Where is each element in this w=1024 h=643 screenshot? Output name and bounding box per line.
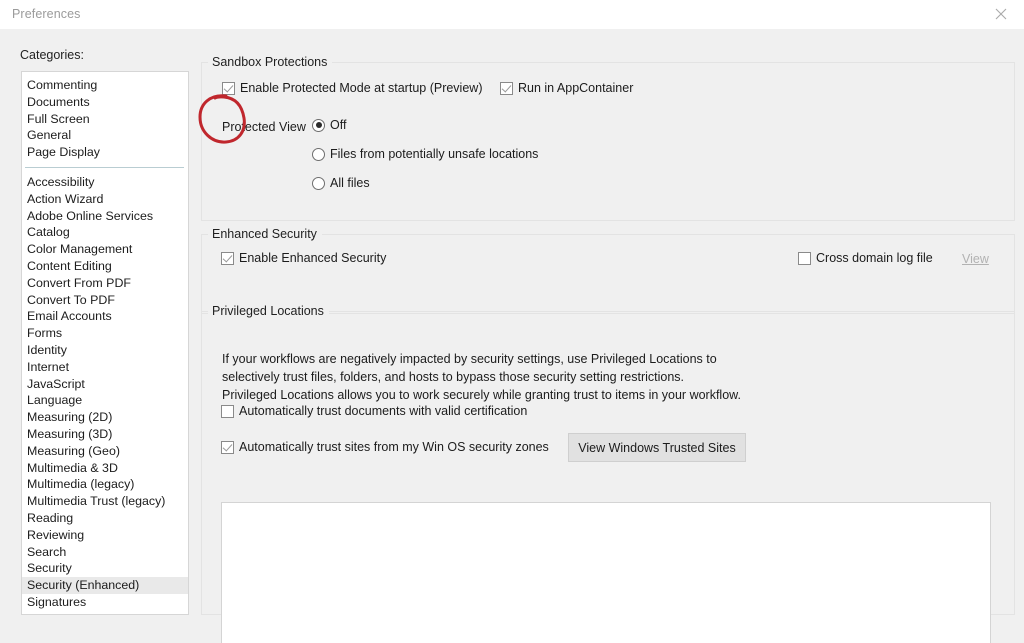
window-title: Preferences: [12, 7, 81, 21]
enable-enhanced-security-row[interactable]: Enable Enhanced Security: [221, 251, 386, 265]
sidebar-item-multimedia-3d[interactable]: Multimedia & 3D: [22, 460, 188, 477]
cross-domain-log-file-label: Cross domain log file: [816, 251, 933, 265]
protected-view-option-unsafe-locations[interactable]: Files from potentially unsafe locations: [312, 147, 538, 161]
sidebar-item-forms[interactable]: Forms: [22, 325, 188, 342]
sidebar-item-internet[interactable]: Internet: [22, 359, 188, 376]
sidebar-item-content-editing[interactable]: Content Editing: [22, 258, 188, 275]
sidebar-item-adobe-online-services[interactable]: Adobe Online Services: [22, 208, 188, 225]
sidebar-item-identity[interactable]: Identity: [22, 342, 188, 359]
auto-trust-documents-checkbox[interactable]: [221, 405, 234, 418]
enable-enhanced-security-checkbox[interactable]: [221, 252, 234, 265]
protected-view-all-files-radio[interactable]: [312, 177, 325, 190]
close-x-icon: [995, 8, 1007, 20]
run-in-appcontainer-row[interactable]: Run in AppContainer: [500, 81, 633, 95]
auto-trust-sites-label: Automatically trust sites from my Win OS…: [239, 440, 549, 454]
auto-trust-documents-row[interactable]: Automatically trust documents with valid…: [221, 404, 527, 418]
privileged-locations-description: If your workflows are negatively impacte…: [222, 350, 742, 405]
sidebar-item-documents[interactable]: Documents: [22, 94, 188, 111]
protected-view-unsafe-locations-radio[interactable]: [312, 148, 325, 161]
sandbox-protections-legend: Sandbox Protections: [208, 55, 332, 69]
sidebar-item-catalog[interactable]: Catalog: [22, 224, 188, 241]
sidebar-item-convert-to-pdf[interactable]: Convert To PDF: [22, 292, 188, 309]
sidebar-item-language[interactable]: Language: [22, 392, 188, 409]
sidebar-item-action-wizard[interactable]: Action Wizard: [22, 191, 188, 208]
protected-view-off-label: Off: [330, 118, 346, 132]
close-button[interactable]: [978, 0, 1024, 28]
run-in-appcontainer-checkbox[interactable]: [500, 82, 513, 95]
protected-view-off-radio[interactable]: [312, 119, 325, 132]
sidebar-item-convert-from-pdf[interactable]: Convert From PDF: [22, 275, 188, 292]
sidebar-item-color-management[interactable]: Color Management: [22, 241, 188, 258]
auto-trust-sites-checkbox[interactable]: [221, 441, 234, 454]
categories-group-secondary: Accessibility Action Wizard Adobe Online…: [22, 174, 188, 611]
protected-view-label: Protected View: [222, 120, 306, 134]
protected-view-unsafe-locations-label: Files from potentially unsafe locations: [330, 147, 538, 161]
categories-label: Categories:: [20, 48, 84, 62]
sidebar-item-general[interactable]: General: [22, 127, 188, 144]
protected-view-option-off[interactable]: Off: [312, 118, 346, 132]
sidebar-item-accessibility[interactable]: Accessibility: [22, 174, 188, 191]
cross-domain-log-file-checkbox[interactable]: [798, 252, 811, 265]
sidebar-item-multimedia-legacy[interactable]: Multimedia (legacy): [22, 476, 188, 493]
privileged-locations-legend: Privileged Locations: [208, 304, 329, 318]
sidebar-item-measuring-2d[interactable]: Measuring (2D): [22, 409, 188, 426]
trusted-locations-list[interactable]: [221, 502, 991, 643]
enable-protected-mode-row[interactable]: Enable Protected Mode at startup (Previe…: [222, 81, 482, 95]
run-in-appcontainer-label: Run in AppContainer: [518, 81, 633, 95]
title-bar: Preferences: [0, 0, 1024, 30]
view-log-link[interactable]: View: [962, 252, 989, 266]
protected-view-option-all-files[interactable]: All files: [312, 176, 370, 190]
auto-trust-documents-label: Automatically trust documents with valid…: [239, 404, 527, 418]
sidebar-item-multimedia-trust-legacy[interactable]: Multimedia Trust (legacy): [22, 493, 188, 510]
sidebar-item-measuring-geo[interactable]: Measuring (Geo): [22, 443, 188, 460]
sidebar-item-page-display[interactable]: Page Display: [22, 144, 188, 161]
cross-domain-log-file-row[interactable]: Cross domain log file: [798, 251, 933, 265]
enhanced-security-group: Enhanced Security: [201, 234, 1015, 314]
enhanced-security-legend: Enhanced Security: [208, 227, 322, 241]
view-windows-trusted-sites-button[interactable]: View Windows Trusted Sites: [568, 433, 746, 462]
categories-divider: [25, 167, 184, 168]
sidebar-item-reviewing[interactable]: Reviewing: [22, 527, 188, 544]
sidebar-item-reading[interactable]: Reading: [22, 510, 188, 527]
sidebar-item-security-enhanced[interactable]: Security (Enhanced): [22, 577, 188, 594]
sidebar-item-measuring-3d[interactable]: Measuring (3D): [22, 426, 188, 443]
enable-protected-mode-checkbox[interactable]: [222, 82, 235, 95]
categories-group-primary: Commenting Documents Full Screen General…: [22, 77, 188, 161]
categories-list[interactable]: Commenting Documents Full Screen General…: [21, 71, 189, 615]
enable-protected-mode-label: Enable Protected Mode at startup (Previe…: [240, 81, 482, 95]
sidebar-item-commenting[interactable]: Commenting: [22, 77, 188, 94]
sidebar-item-signatures[interactable]: Signatures: [22, 594, 188, 611]
preferences-dialog-body: Categories: Commenting Documents Full Sc…: [0, 29, 1024, 613]
sidebar-item-full-screen[interactable]: Full Screen: [22, 111, 188, 128]
enable-enhanced-security-label: Enable Enhanced Security: [239, 251, 386, 265]
sidebar-item-email-accounts[interactable]: Email Accounts: [22, 308, 188, 325]
sidebar-item-search[interactable]: Search: [22, 544, 188, 561]
sidebar-item-javascript[interactable]: JavaScript: [22, 376, 188, 393]
auto-trust-sites-row[interactable]: Automatically trust sites from my Win OS…: [221, 440, 549, 454]
protected-view-all-files-label: All files: [330, 176, 370, 190]
sidebar-item-security[interactable]: Security: [22, 560, 188, 577]
